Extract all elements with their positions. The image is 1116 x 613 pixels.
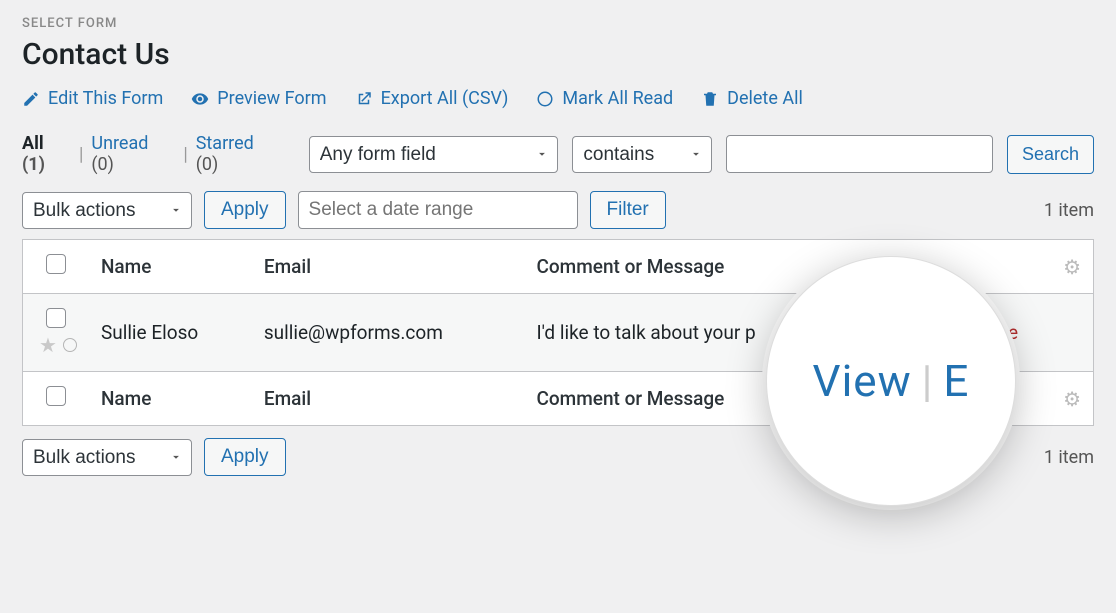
export-csv-label: Export All (CSV): [381, 88, 509, 109]
col-email-footer: Email: [252, 372, 525, 426]
bulk-row-top: Bulk actions Apply Filter 1 item: [22, 191, 1094, 229]
preview-form-label: Preview Form: [217, 88, 326, 109]
col-name-footer: Name: [89, 372, 252, 426]
delete-all-link[interactable]: Delete All: [701, 88, 803, 109]
edit-form-link[interactable]: Edit This Form: [22, 88, 163, 109]
magnifier-callout: View|E: [766, 256, 1016, 506]
mark-read-link[interactable]: Mark All Read: [536, 88, 673, 109]
item-count-top: 1 item: [1044, 200, 1094, 221]
pencil-icon: [22, 90, 40, 108]
gear-icon[interactable]: ⚙: [1063, 255, 1081, 279]
magnifier-e: E: [943, 355, 969, 407]
star-icon[interactable]: ★: [39, 333, 57, 357]
search-operator-select[interactable]: contains: [572, 136, 712, 173]
col-message[interactable]: Comment or Message: [524, 240, 851, 294]
check-all-top[interactable]: [46, 254, 66, 274]
filter-all[interactable]: All (1): [22, 133, 71, 175]
export-csv-link[interactable]: Export All (CSV): [355, 88, 509, 109]
filter-button[interactable]: Filter: [590, 191, 666, 229]
cell-name: Sullie Eloso: [89, 294, 252, 372]
filter-unread[interactable]: Unread (0): [91, 133, 175, 175]
filter-row: All (1) | Unread (0) | Starred (0) Any f…: [22, 133, 1094, 175]
apply-button-top[interactable]: Apply: [204, 191, 286, 229]
check-all-header: [23, 240, 89, 294]
status-filters: All (1) | Unread (0) | Starred (0): [22, 133, 281, 175]
read-indicator-icon[interactable]: [63, 338, 77, 352]
check-all-bottom[interactable]: [46, 386, 66, 406]
select-form-label: SELECT FORM: [22, 16, 1094, 31]
row-checkbox[interactable]: [46, 308, 66, 328]
page-title[interactable]: Contact Us: [22, 37, 1094, 72]
col-gear: ⚙: [1051, 240, 1093, 294]
search-input[interactable]: [726, 135, 993, 173]
eye-icon: [191, 90, 209, 108]
col-email[interactable]: Email: [252, 240, 525, 294]
date-range-input[interactable]: [298, 191, 578, 229]
magnifier-view: View: [813, 355, 912, 407]
item-count-bottom: 1 item: [1044, 447, 1094, 468]
search-field-select[interactable]: Any form field: [309, 136, 559, 173]
delete-all-label: Delete All: [727, 88, 803, 109]
action-links: Edit This Form Preview Form Export All (…: [22, 88, 1094, 109]
apply-button-bottom[interactable]: Apply: [204, 438, 286, 476]
bulk-select-bottom[interactable]: Bulk actions: [22, 439, 192, 476]
mark-read-label: Mark All Read: [562, 88, 673, 109]
cell-email: sullie@wpforms.com: [252, 294, 525, 372]
search-button[interactable]: Search: [1007, 135, 1094, 174]
col-name[interactable]: Name: [89, 240, 252, 294]
trash-icon: [701, 90, 719, 108]
circle-icon: [536, 90, 554, 108]
bulk-select-top[interactable]: Bulk actions: [22, 192, 192, 229]
filter-starred[interactable]: Starred (0): [196, 133, 281, 175]
gear-icon-footer[interactable]: ⚙: [1063, 387, 1081, 411]
preview-form-link[interactable]: Preview Form: [191, 88, 326, 109]
edit-form-label: Edit This Form: [48, 88, 163, 109]
export-icon: [355, 90, 373, 108]
